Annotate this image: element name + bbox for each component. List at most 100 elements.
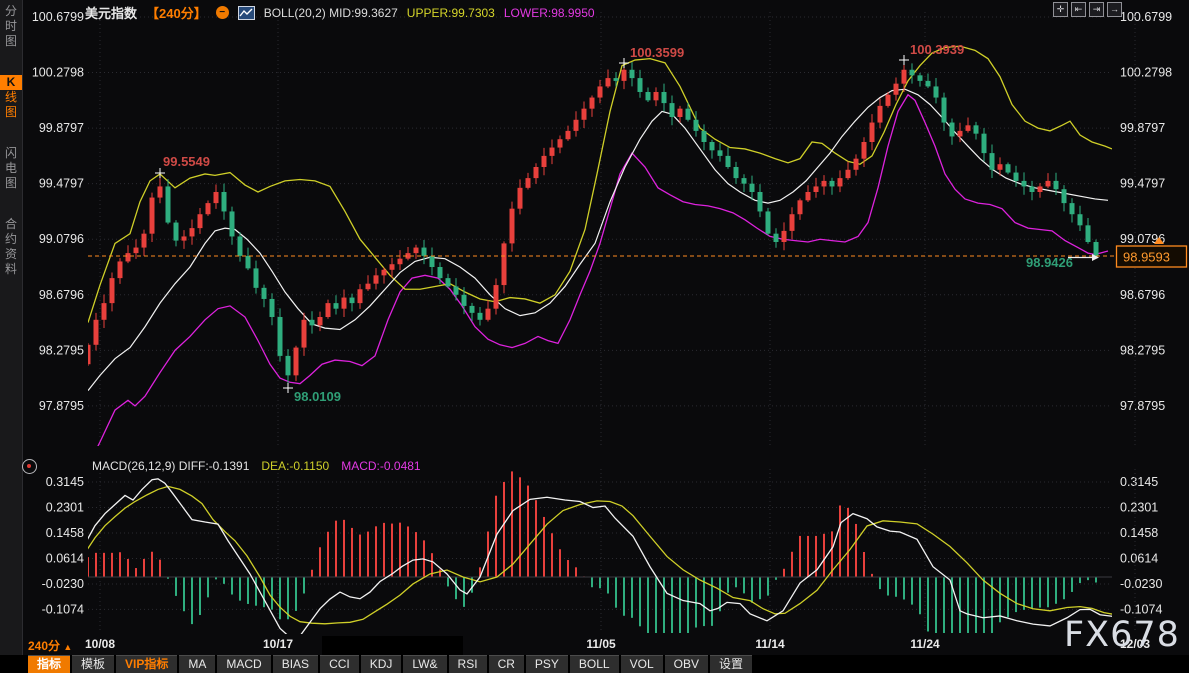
candle-body (366, 284, 371, 290)
left-sidebar: 分时图 K线图闪电图合约资料 (0, 0, 23, 655)
price-axis-label-right: 100.2798 (1120, 66, 1172, 80)
period-selector[interactable]: 240分 ▲ (28, 637, 72, 654)
price-axis-label-right: 99.8797 (1120, 121, 1165, 135)
candle-body (822, 181, 827, 187)
symbol-title: 美元指数 (85, 3, 137, 22)
candle-body (510, 209, 515, 244)
boll-upper-label: UPPER:99.7303 (407, 6, 495, 20)
candle-body (206, 203, 211, 214)
price-axis-label-right: 99.4797 (1120, 177, 1165, 191)
toolbar-button-7[interactable]: KDJ (361, 655, 402, 673)
sidebar-tab-3[interactable]: 合约资料 (0, 217, 22, 277)
candle-body (1030, 186, 1035, 192)
toolbar-button-15[interactable]: 设置 (710, 655, 752, 673)
indicator-chart-icon[interactable] (238, 6, 255, 20)
candle-body (910, 70, 915, 76)
candle-body (590, 98, 595, 109)
candle-body (246, 256, 251, 269)
export-icon[interactable]: → (1107, 2, 1122, 17)
candle-body (1014, 173, 1019, 181)
candle-body (998, 164, 1003, 170)
candle-body (438, 267, 443, 278)
toolbar-button-6[interactable]: CCI (320, 655, 359, 673)
sidebar-tab-2[interactable]: 闪电图 (0, 146, 22, 191)
sidebar-tab-0[interactable]: 分时图 (0, 4, 22, 49)
candle-body (598, 86, 603, 97)
candle-body (318, 317, 323, 325)
toolbar-button-2[interactable]: VIP指标 (116, 655, 177, 673)
sidebar-tab-char: 闪 (0, 146, 22, 161)
candle-body (486, 309, 491, 320)
sidebar-tab-char: 图 (0, 105, 22, 120)
toolbar-button-8[interactable]: LW& (403, 655, 446, 673)
date-tick-1: 10/17 (263, 637, 293, 651)
candle-body (286, 356, 291, 375)
sidebar-tab-char: 合 (0, 217, 22, 232)
macd-axis-label-left: 0.0614 (46, 551, 84, 565)
bollinger-lower-line (88, 95, 1108, 466)
candle-body (870, 123, 875, 142)
price-annotation: 98.9426 (1026, 255, 1073, 270)
toolbar-button-4[interactable]: MACD (217, 655, 270, 673)
candle-body (214, 192, 219, 203)
sidebar-tab-char: 线 (0, 90, 22, 105)
date-tick-0: 10/08 (85, 637, 115, 651)
candle-body (742, 178, 747, 184)
period-label[interactable]: 【240分】 (146, 3, 207, 22)
macd-params-label: MACD(26,12,9) DIFF:-0.1391 (92, 459, 249, 473)
fit-left-icon[interactable]: ⇤ (1071, 2, 1086, 17)
candle-body (134, 248, 139, 254)
candle-body (854, 159, 859, 170)
toolbar-button-1[interactable]: 模板 (72, 655, 114, 673)
candle-body (990, 153, 995, 170)
toolbar-button-10[interactable]: CR (489, 655, 524, 673)
candle-body (758, 192, 763, 211)
price-annotation: 99.5549 (163, 154, 210, 169)
macd-axis-label-right: -0.0230 (1120, 577, 1162, 591)
candle-body (550, 148, 555, 156)
toolbar-button-0[interactable]: 指标 (28, 655, 70, 673)
macd-axis-label-left: 0.2301 (46, 501, 84, 515)
macd-axis-label-left: 0.3145 (46, 475, 84, 489)
sidebar-tab-char: 图 (0, 34, 22, 49)
candle-body (142, 234, 147, 248)
candle-body (790, 214, 795, 231)
macd-axis-label-right: 0.2301 (1120, 501, 1158, 515)
price-axis-label-right: 98.2795 (1120, 343, 1165, 357)
axis-blackout-box (322, 636, 463, 655)
candle-body (558, 139, 563, 147)
candle-body (646, 92, 651, 100)
toolbar-button-13[interactable]: VOL (621, 655, 663, 673)
price-axis-label-left: 98.6796 (39, 288, 84, 302)
toolbar-button-3[interactable]: MA (179, 655, 215, 673)
candle-body (374, 275, 379, 283)
candle-body (230, 211, 235, 236)
indicator-settings-icon[interactable] (22, 459, 37, 474)
macd-header: MACD(26,12,9) DIFF:-0.1391 DEA:-0.1150 M… (92, 459, 421, 473)
candle-body (718, 150, 723, 156)
pan-icon[interactable]: ✛ (1053, 2, 1068, 17)
candle-body (582, 109, 587, 120)
price-axis-label-left: 100.2798 (32, 66, 84, 80)
fit-right-icon[interactable]: ⇥ (1089, 2, 1104, 17)
candle-body (398, 259, 403, 265)
candle-body (782, 231, 787, 242)
macd-axis-label-left: -0.0230 (42, 577, 84, 591)
collapse-icon[interactable]: − (216, 6, 229, 19)
date-tick-3: 11/14 (755, 637, 784, 651)
sidebar-tab-1[interactable]: K线图 (0, 75, 22, 120)
toolbar-button-11[interactable]: PSY (526, 655, 568, 673)
boll-mid-label: BOLL(20,2) MID:99.3627 (264, 6, 398, 20)
chart-canvas: 100.6799100.6799100.2798100.279899.87979… (0, 0, 1189, 673)
candle-body (926, 81, 931, 87)
candle-body (710, 142, 715, 150)
candle-body (830, 181, 835, 187)
toolbar-button-9[interactable]: RSI (449, 655, 487, 673)
candle-body (1006, 164, 1011, 172)
candle-body (1086, 225, 1091, 242)
toolbar-button-5[interactable]: BIAS (273, 655, 318, 673)
toolbar-button-14[interactable]: OBV (665, 655, 708, 673)
toolbar-button-12[interactable]: BOLL (570, 655, 619, 673)
trading-app-window: 100.6799100.6799100.2798100.279899.87979… (0, 0, 1189, 673)
boll-lower-label: LOWER:98.9950 (504, 6, 595, 20)
